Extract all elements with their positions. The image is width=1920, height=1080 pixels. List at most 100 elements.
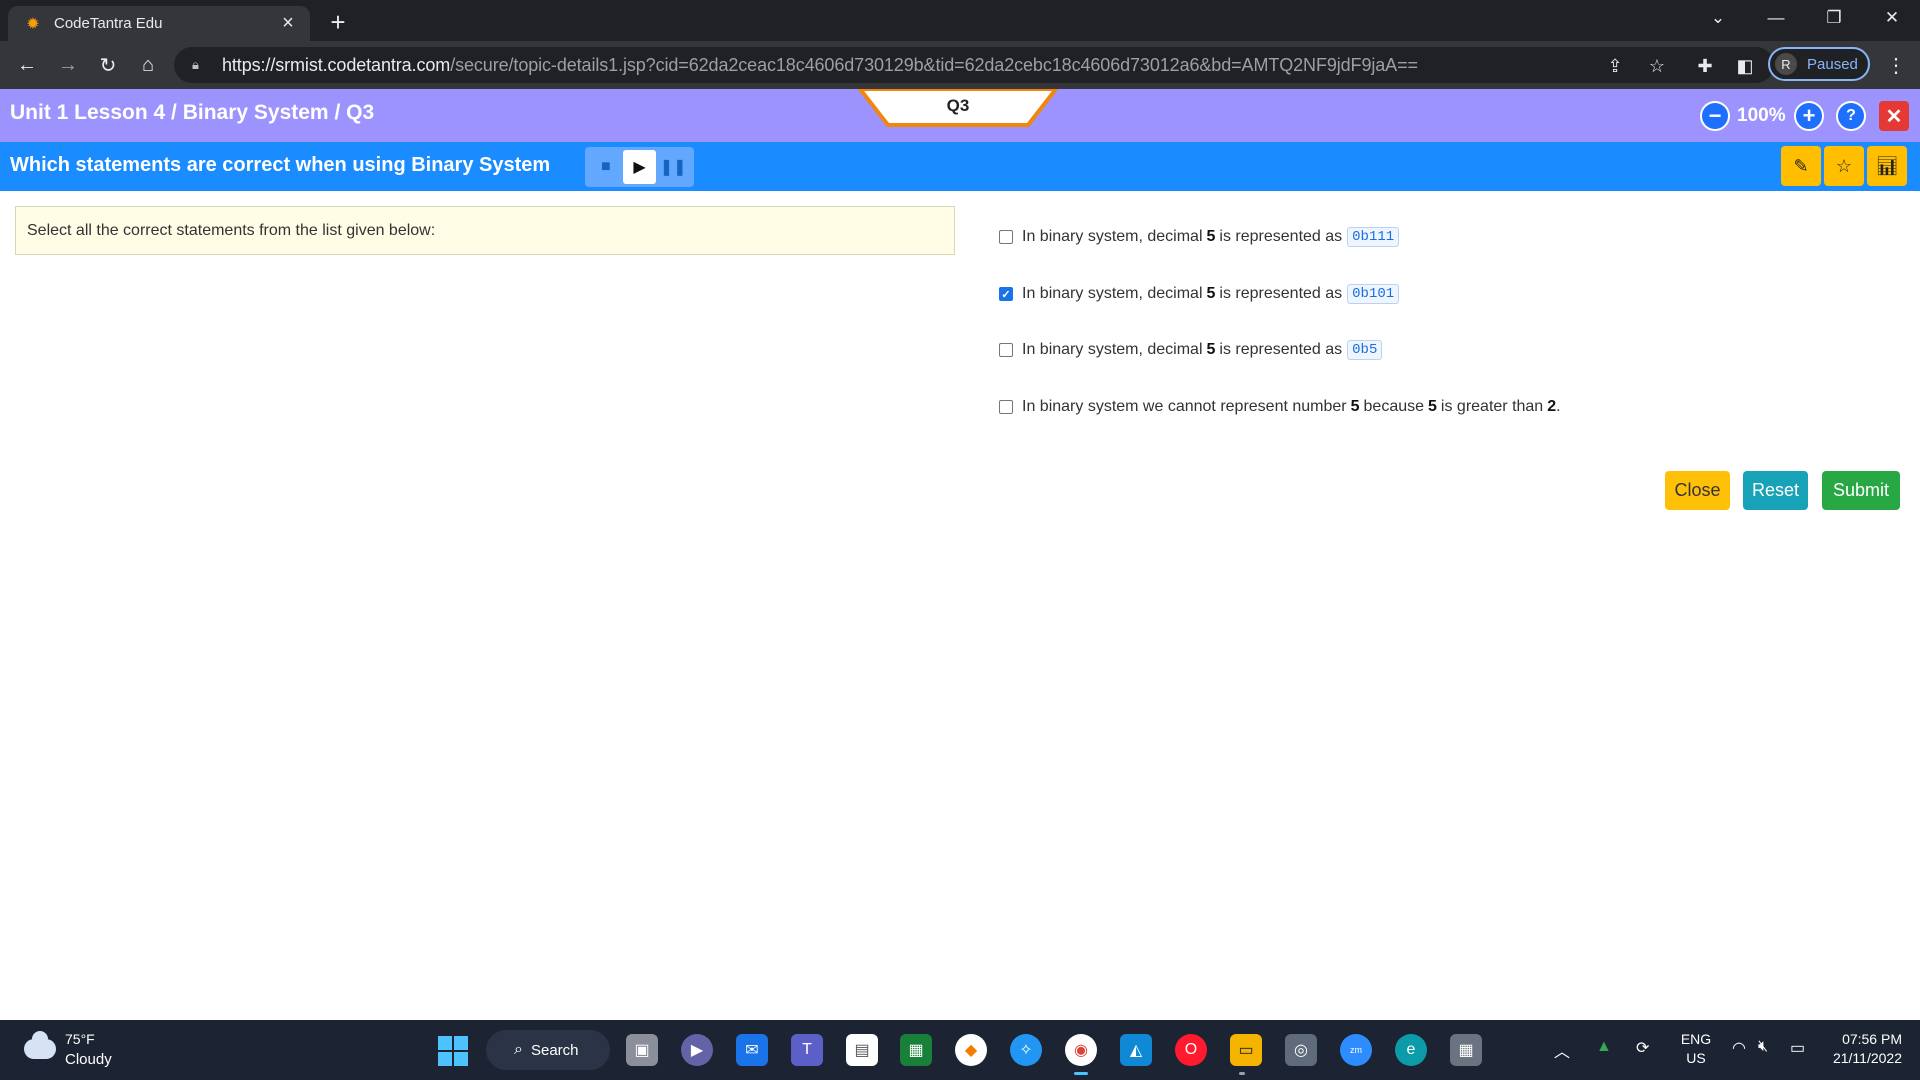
clock-date: 21/11/2022 bbox=[1832, 1050, 1902, 1066]
option-checkbox[interactable] bbox=[999, 400, 1013, 414]
submit-button[interactable]: Submit bbox=[1822, 471, 1900, 510]
browser-menu-icon[interactable]: ⋮ bbox=[1884, 53, 1908, 78]
back-icon[interactable]: ← bbox=[11, 49, 43, 81]
mail-icon[interactable]: ✉ bbox=[736, 1034, 768, 1066]
avatar: R bbox=[1775, 53, 1797, 75]
photos-icon[interactable]: ◭ bbox=[1120, 1034, 1152, 1066]
window-close-icon[interactable]: ✕ bbox=[1864, 0, 1920, 36]
taskbar-search[interactable]: ⌕ Search bbox=[486, 1030, 610, 1070]
address-bar[interactable]: 🔒︎ https://srmist.codetantra.com/secure/… bbox=[174, 47, 1774, 83]
zoom-in-icon[interactable]: + bbox=[1794, 101, 1824, 131]
option-bold: 5 bbox=[1206, 285, 1216, 302]
clock[interactable]: 07:56 PM 21/11/2022 bbox=[1820, 1030, 1902, 1068]
option-text: because bbox=[1363, 398, 1425, 415]
calculator-icon[interactable]: ▦ bbox=[1450, 1034, 1482, 1066]
media-controls: ■ ▶ ❚❚ bbox=[585, 147, 694, 187]
opera-icon[interactable]: O bbox=[1175, 1034, 1207, 1066]
option-3[interactable]: In binary system, decimal 5 is represent… bbox=[999, 338, 1383, 362]
option-checkbox[interactable] bbox=[999, 343, 1013, 357]
share-icon[interactable]: ⇪ bbox=[1604, 55, 1626, 77]
option-1[interactable]: In binary system, decimal 5 is represent… bbox=[999, 225, 1400, 249]
option-checkbox-checked[interactable]: ✓ bbox=[999, 287, 1013, 301]
lang-top: ENG bbox=[1680, 1031, 1712, 1047]
option-text: . bbox=[1556, 398, 1561, 415]
profile-button[interactable]: R Paused bbox=[1768, 47, 1870, 81]
side-panel-icon[interactable]: ◧ bbox=[1734, 55, 1756, 77]
forward-icon[interactable]: → bbox=[52, 49, 84, 81]
minimize-icon[interactable]: — bbox=[1748, 0, 1804, 36]
option-4[interactable]: In binary system we cannot represent num… bbox=[999, 395, 1561, 419]
browser-tab[interactable]: ✹ CodeTantra Edu × bbox=[8, 6, 310, 41]
edge-icon[interactable]: e bbox=[1395, 1034, 1427, 1066]
option-text: In binary system, decimal bbox=[1022, 341, 1203, 358]
taskbar: 75°F Cloudy ⌕ Search ▣ ▶ ✉ T ▤ ▦ ◆ ✧ ◉ ◭… bbox=[0, 1020, 1920, 1080]
safari-icon[interactable]: ✧ bbox=[1010, 1034, 1042, 1066]
extensions-puzzle-icon[interactable]: ✚ bbox=[1694, 55, 1716, 77]
wifi-icon[interactable]: ◠ bbox=[1732, 1038, 1746, 1058]
battery-icon[interactable]: ▭ bbox=[1790, 1038, 1805, 1058]
chrome-icon[interactable]: ◉ bbox=[1065, 1034, 1097, 1066]
help-icon[interactable]: ? bbox=[1836, 101, 1866, 131]
lock-icon[interactable]: 🔒︎ bbox=[192, 57, 208, 73]
search-label: Search bbox=[530, 1041, 579, 1059]
sync-icon[interactable]: ⟳ bbox=[1636, 1038, 1649, 1058]
windows-start-icon[interactable] bbox=[438, 1036, 468, 1066]
brave-browser-icon[interactable]: ◆ bbox=[955, 1034, 987, 1066]
teams-icon[interactable]: T bbox=[791, 1034, 823, 1066]
pencil-icon[interactable]: ✎ bbox=[1781, 146, 1821, 186]
close-button[interactable]: Close bbox=[1665, 471, 1730, 510]
browser-tabstrip: ✹ CodeTantra Edu × + ⌄ — ❐ ✕ bbox=[0, 0, 1920, 41]
camera-icon[interactable]: ◎ bbox=[1285, 1034, 1317, 1066]
stop-icon[interactable]: ■ bbox=[589, 150, 623, 184]
zoom-out-icon[interactable]: − bbox=[1700, 101, 1730, 131]
show-hidden-icons-icon[interactable]: ︿ bbox=[1554, 1038, 1570, 1062]
profile-status: Paused bbox=[1807, 55, 1858, 73]
language-indicator[interactable]: ENG US bbox=[1678, 1030, 1714, 1068]
notepad-icon[interactable]: ▤ bbox=[846, 1034, 878, 1066]
pause-icon[interactable]: ❚❚ bbox=[656, 150, 690, 184]
zoom-level: 100% bbox=[1737, 105, 1786, 126]
option-text: is represented as bbox=[1219, 228, 1343, 245]
chrome-active-indicator bbox=[1074, 1072, 1088, 1075]
close-lesson-icon[interactable]: ✕ bbox=[1879, 101, 1909, 131]
url-text: https://srmist.codetantra.com/secure/top… bbox=[222, 54, 1418, 75]
chart-icon[interactable]: 📊︎ bbox=[1867, 146, 1907, 186]
option-code: 0b5 bbox=[1347, 340, 1383, 360]
volume-muted-icon[interactable]: 🔇︎ bbox=[1758, 1038, 1768, 1056]
option-2[interactable]: ✓ In binary system, decimal 5 is represe… bbox=[999, 282, 1400, 306]
reload-icon[interactable]: ↻ bbox=[92, 49, 124, 81]
new-tab-icon[interactable]: + bbox=[324, 7, 352, 37]
weather-desc[interactable]: Cloudy bbox=[65, 1051, 112, 1068]
question-bar: Which statements are correct when using … bbox=[0, 142, 1920, 191]
option-code: 0b111 bbox=[1347, 227, 1400, 247]
explorer-open-indicator bbox=[1239, 1072, 1245, 1075]
reset-button[interactable]: Reset bbox=[1743, 471, 1808, 510]
play-icon[interactable]: ▶ bbox=[622, 150, 657, 184]
cloud-icon[interactable] bbox=[24, 1031, 56, 1059]
search-icon: ⌕ bbox=[514, 1041, 523, 1058]
bookmark-star-icon[interactable]: ☆ bbox=[1646, 55, 1668, 77]
task-view-icon[interactable]: ▣ bbox=[626, 1034, 658, 1066]
instruction-box: Select all the correct statements from t… bbox=[15, 206, 955, 255]
option-text: is represented as bbox=[1219, 285, 1343, 302]
clock-time: 07:56 PM bbox=[1842, 1031, 1902, 1047]
option-bold: 2 bbox=[1547, 398, 1557, 415]
option-bold: 5 bbox=[1350, 398, 1360, 415]
option-code: 0b101 bbox=[1347, 284, 1400, 304]
tab-search-chevron-icon[interactable]: ⌄ bbox=[1690, 0, 1746, 36]
file-explorer-icon[interactable]: ▭ bbox=[1230, 1034, 1262, 1066]
restore-icon[interactable]: ❐ bbox=[1806, 0, 1862, 36]
classroom-icon[interactable]: ▦ bbox=[900, 1034, 932, 1066]
tab-title: CodeTantra Edu bbox=[54, 15, 163, 32]
question-tab[interactable]: Q3 bbox=[858, 89, 1058, 127]
home-icon[interactable]: ⌂ bbox=[132, 49, 164, 81]
teams-chat-icon[interactable]: ▶ bbox=[681, 1034, 713, 1066]
tab-close-icon[interactable]: × bbox=[278, 12, 298, 34]
zoom-app-icon[interactable]: zm bbox=[1340, 1034, 1372, 1066]
option-bold: 5 bbox=[1206, 228, 1216, 245]
instruction-text: Select all the correct statements from t… bbox=[27, 221, 436, 239]
option-checkbox[interactable] bbox=[999, 230, 1013, 244]
weather-temp[interactable]: 75°F bbox=[65, 1031, 95, 1047]
drive-icon[interactable]: ▲ bbox=[1596, 1038, 1612, 1056]
star-icon[interactable]: ☆ bbox=[1824, 146, 1864, 186]
